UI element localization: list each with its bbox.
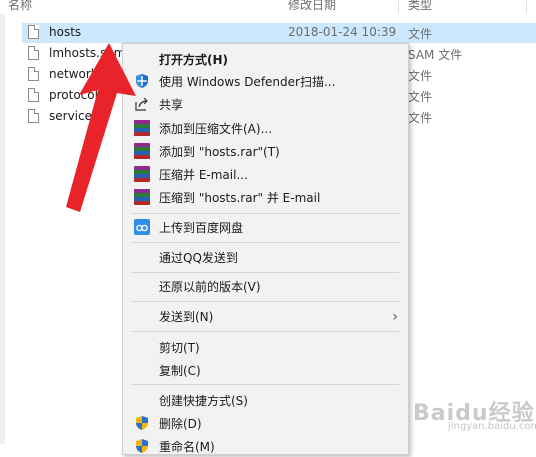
menu-item-label: 打开方式(H) — [159, 53, 229, 67]
menu-item-label: 添加到 "hosts.rar"(T) — [159, 145, 280, 159]
context-menu: 打开方式(H) 使用 Windows Defender扫描... 共享 添加到压… — [122, 43, 409, 455]
menu-item-qq-send[interactable]: 通过QQ发送到 — [123, 246, 408, 268]
menu-item-compress-email[interactable]: 压缩并 E-mail... — [123, 163, 408, 185]
menu-item-label: 还原以前的版本(V) — [159, 280, 261, 294]
column-date[interactable]: 修改日期 — [288, 0, 336, 13]
menu-item-add-to-archive[interactable]: 添加到压缩文件(A)... — [123, 117, 408, 139]
menu-item-cut[interactable]: 剪切(T) — [123, 336, 408, 358]
file-name: hosts — [49, 25, 82, 39]
menu-item-rename[interactable]: 重命名(M) — [123, 435, 408, 457]
menu-item-compress-rar-email[interactable]: 压缩到 "hosts.rar" 并 E-mail — [123, 186, 408, 208]
menu-item-open-with[interactable]: 打开方式(H) — [123, 48, 408, 70]
menu-item-add-to-hosts-rar[interactable]: 添加到 "hosts.rar"(T) — [123, 140, 408, 162]
menu-item-label: 添加到压缩文件(A)... — [159, 122, 273, 136]
watermark-url: jingyan.baidu.com — [448, 421, 536, 432]
menu-item-delete[interactable]: 删除(D) — [123, 412, 408, 434]
menu-item-label: 发送到(N) — [159, 310, 214, 324]
column-type[interactable]: 类型 — [408, 0, 432, 13]
menu-item-label: 共享 — [159, 98, 184, 112]
menu-item-label: 压缩并 E-mail... — [159, 168, 248, 182]
column-name[interactable]: 名称 — [8, 0, 32, 13]
defender-shield-icon — [134, 73, 150, 89]
file-name: network — [49, 67, 98, 81]
menu-separator — [131, 301, 399, 302]
menu-separator — [131, 331, 399, 332]
uac-shield-icon — [134, 415, 150, 431]
chevron-right-icon: › — [392, 309, 398, 325]
file-icon — [28, 88, 39, 102]
winrar-icon — [134, 189, 150, 205]
file-row-hosts[interactable]: hosts 2018-01-24 10:39 文件 — [22, 23, 536, 43]
file-name: lmhosts.sam — [49, 46, 126, 60]
baidu-cloud-icon — [134, 219, 150, 235]
menu-item-label: 压缩到 "hosts.rar" 并 E-mail — [159, 191, 321, 205]
file-name: protocol — [49, 88, 98, 102]
menu-separator — [131, 384, 399, 385]
file-icon — [28, 25, 39, 39]
menu-item-create-shortcut[interactable]: 创建快捷方式(S) — [123, 389, 408, 411]
menu-item-label: 重命名(M) — [159, 440, 215, 454]
file-type: 文件 — [408, 111, 433, 125]
menu-item-label: 剪切(T) — [159, 341, 200, 355]
file-date: 2018-01-24 10:39 — [288, 25, 397, 39]
file-icon — [28, 67, 39, 81]
column-divider[interactable] — [526, 0, 527, 14]
file-icon — [28, 109, 39, 123]
menu-item-label: 上传到百度网盘 — [159, 221, 244, 235]
menu-item-label: 创建快捷方式(S) — [159, 394, 248, 408]
winrar-icon — [134, 166, 150, 182]
menu-item-baidu-upload[interactable]: 上传到百度网盘 — [123, 216, 408, 238]
share-icon — [134, 96, 150, 112]
winrar-icon — [134, 120, 150, 136]
column-divider[interactable] — [398, 0, 399, 14]
uac-shield-icon — [134, 438, 150, 454]
menu-separator — [131, 272, 399, 273]
menu-separator — [131, 213, 399, 214]
navigation-pane-edge — [0, 14, 5, 444]
menu-item-send-to[interactable]: 发送到(N) › — [123, 305, 408, 327]
menu-item-restore-previous[interactable]: 还原以前的版本(V) — [123, 275, 408, 297]
column-header: 名称 修改日期 类型 — [0, 0, 536, 14]
menu-item-label: 通过QQ发送到 — [159, 251, 238, 265]
file-type: 文件 — [408, 90, 433, 104]
file-name: services — [49, 109, 99, 123]
menu-item-copy[interactable]: 复制(C) — [123, 359, 408, 381]
winrar-icon — [134, 143, 150, 159]
menu-item-label: 复制(C) — [159, 364, 201, 378]
menu-item-share[interactable]: 共享 — [123, 93, 408, 115]
file-type: 文件 — [408, 69, 433, 83]
menu-item-defender-scan[interactable]: 使用 Windows Defender扫描... — [123, 70, 408, 92]
file-type: SAM 文件 — [408, 48, 463, 62]
file-icon — [28, 46, 39, 60]
menu-item-label: 删除(D) — [159, 417, 202, 431]
menu-item-label: 使用 Windows Defender扫描... — [159, 75, 336, 89]
menu-separator — [131, 242, 399, 243]
file-type: 文件 — [408, 27, 433, 41]
